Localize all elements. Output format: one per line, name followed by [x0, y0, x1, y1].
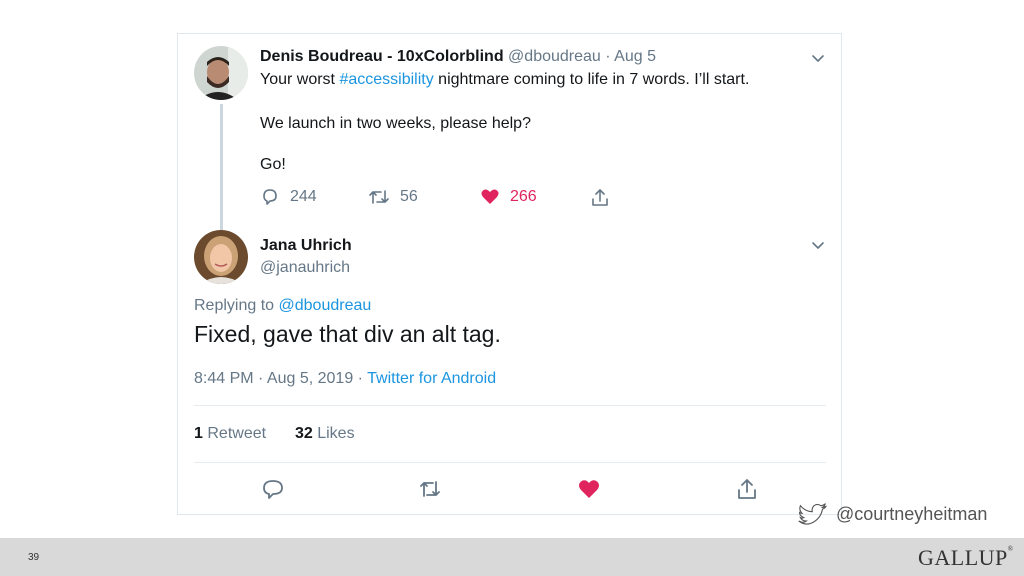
likes-stat[interactable]: 32 Likes — [295, 425, 355, 442]
footer-bar — [0, 538, 1024, 576]
tweet1-header: Denis Boudreau - 10xColorblind @dboudrea… — [260, 48, 656, 66]
tweet1-text-before: Your worst — [260, 71, 340, 88]
replying-to: Replying to @dboudreau — [194, 297, 371, 315]
tweet1-retweet-count: 56 — [400, 188, 418, 205]
gallup-brand: GALLUP — [918, 545, 1008, 570]
replying-to-label: Replying to — [194, 297, 279, 314]
gallup-logo: GALLUP® — [918, 545, 1014, 570]
tweet1-reply-count: 244 — [290, 188, 317, 205]
avatar-denis[interactable] — [194, 46, 248, 100]
divider-top — [194, 405, 826, 406]
heart-icon — [481, 189, 499, 204]
reply-icon — [263, 189, 277, 205]
share-icon[interactable] — [735, 477, 759, 501]
reply-icon[interactable] — [261, 477, 285, 501]
retweets-stat[interactable]: 1 Retweet — [194, 425, 266, 442]
slide: Denis Boudreau - 10xColorblind @dboudrea… — [0, 0, 1024, 576]
hashtag-link[interactable]: #accessibility — [339, 71, 433, 88]
divider-bottom — [194, 462, 826, 463]
replying-to-handle[interactable]: @dboudreau — [279, 297, 372, 314]
tweet1-separator: · — [605, 48, 611, 65]
like-count: 32 — [294, 425, 313, 442]
retweet-count: 1 — [194, 425, 203, 442]
share-icon[interactable] — [590, 188, 610, 208]
tweet1-text: Your worst #accessibility nightmare comi… — [260, 71, 749, 89]
avatar-jana[interactable] — [194, 230, 248, 284]
like-label: Likes — [317, 425, 355, 442]
tweet1-like-count: 266 — [510, 188, 537, 205]
tweet-card: Denis Boudreau - 10xColorblind @dboudrea… — [177, 33, 842, 515]
tweet2-text: Fixed, gave that div an alt tag. — [194, 321, 501, 347]
page-number: 39 — [28, 552, 40, 563]
twitter-handle: @courtneyheitman — [836, 504, 988, 524]
tweet1-like-button[interactable]: 266 — [480, 187, 537, 207]
tweet1-retweet-button[interactable]: 56 — [368, 187, 418, 207]
tweet1-author-name[interactable]: Denis Boudreau - 10xColorblind — [260, 48, 504, 65]
tweet1-handle[interactable]: @dboudreau — [508, 48, 601, 65]
tweet2-author-name[interactable]: Jana Uhrich — [260, 237, 352, 255]
tweet1-line2: We launch in two weeks, please help? — [260, 115, 531, 132]
tweet2-timestamp-row: 8:44 PM · Aug 5, 2019 · Twitter for Andr… — [194, 370, 496, 388]
tweet2-stats: 1 Retweet 32 Likes — [194, 425, 355, 443]
tweet2-source[interactable]: Twitter for Android — [367, 370, 496, 387]
tweet1-text-after: nightmare coming to life in 7 words. I’l… — [433, 71, 750, 88]
chevron-down-icon[interactable] — [810, 237, 826, 253]
tweet2-timestamp[interactable]: 8:44 PM · Aug 5, 2019 · — [194, 370, 367, 387]
tweet2-handle[interactable]: @janauhrich — [260, 259, 350, 277]
tweet1-reply-button[interactable]: 244 — [260, 187, 317, 207]
retweet-icon[interactable] — [418, 477, 442, 501]
tweet1-date[interactable]: Aug 5 — [614, 48, 656, 65]
chevron-down-icon[interactable] — [810, 50, 826, 66]
heart-icon[interactable] — [577, 477, 601, 501]
retweet-icon — [369, 190, 389, 204]
retweet-label: Retweet — [207, 425, 267, 442]
tweet1-line3: Go! — [260, 156, 286, 173]
twitter-bird-icon — [798, 502, 827, 525]
